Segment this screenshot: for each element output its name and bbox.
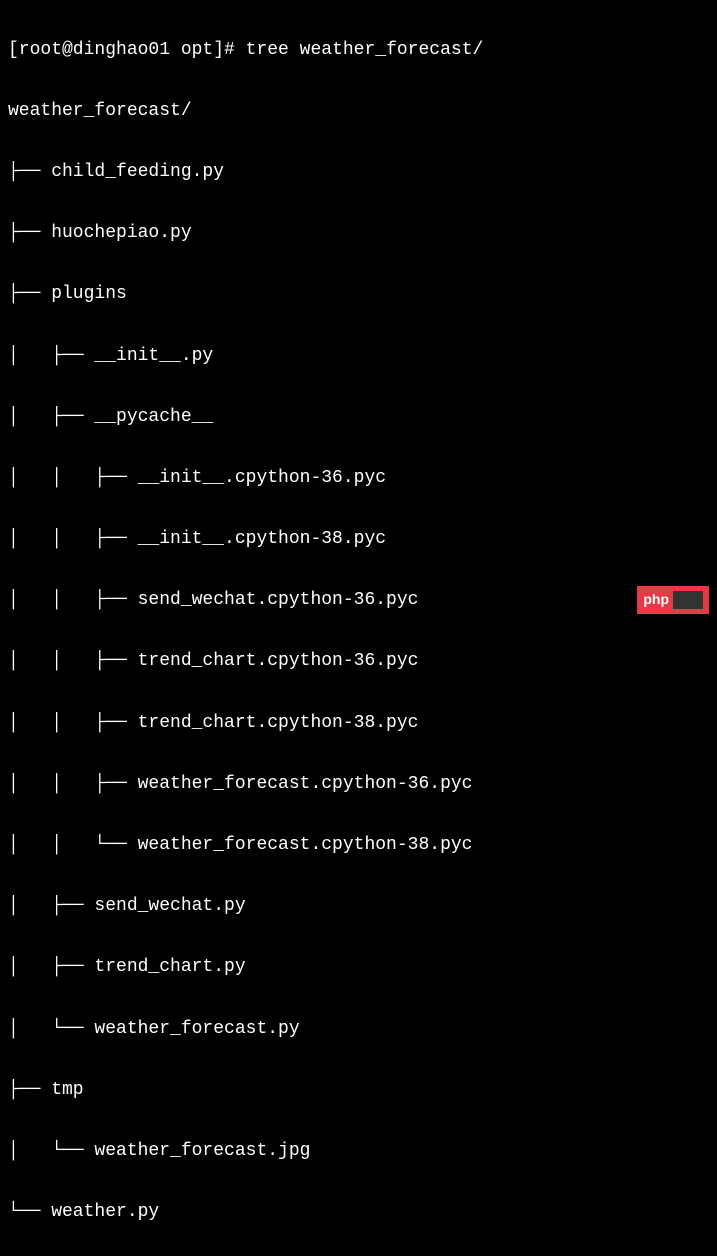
- watermark-text: php: [643, 588, 669, 612]
- tree-line: │ │ ├── weather_forecast.cpython-36.pyc: [8, 769, 709, 800]
- tree-line: └── weather.py: [8, 1197, 709, 1228]
- tree-root: weather_forecast/: [8, 96, 709, 127]
- tree-line: ├── child_feeding.py: [8, 157, 709, 188]
- tree-line: │ ├── __init__.py: [8, 341, 709, 372]
- shell-prompt[interactable]: [root@dinghao01 opt]#: [8, 40, 235, 60]
- tree-line: │ ├── __pycache__: [8, 402, 709, 433]
- tree-line: │ │ ├── send_wechat.cpython-36.pyc: [8, 585, 709, 616]
- terminal-output: [root@dinghao01 opt]# tree weather_forec…: [8, 4, 709, 1256]
- tree-line: │ ├── trend_chart.py: [8, 952, 709, 983]
- tree-line: │ └── weather_forecast.jpg: [8, 1136, 709, 1167]
- tree-line: │ └── weather_forecast.py: [8, 1014, 709, 1045]
- watermark-badge: php: [637, 586, 709, 614]
- tree-line: ├── plugins: [8, 279, 709, 310]
- command-text: tree weather_forecast/: [246, 40, 484, 60]
- tree-line: ├── huochepiao.py: [8, 218, 709, 249]
- tree-line: │ │ ├── trend_chart.cpython-36.pyc: [8, 646, 709, 677]
- tree-line: │ │ ├── trend_chart.cpython-38.pyc: [8, 708, 709, 739]
- tree-line: ├── tmp: [8, 1075, 709, 1106]
- tree-line: │ │ ├── __init__.cpython-36.pyc: [8, 463, 709, 494]
- tree-line: │ ├── send_wechat.py: [8, 891, 709, 922]
- tree-line: │ │ ├── __init__.cpython-38.pyc: [8, 524, 709, 555]
- watermark-box: [673, 591, 703, 609]
- tree-line: │ │ └── weather_forecast.cpython-38.pyc: [8, 830, 709, 861]
